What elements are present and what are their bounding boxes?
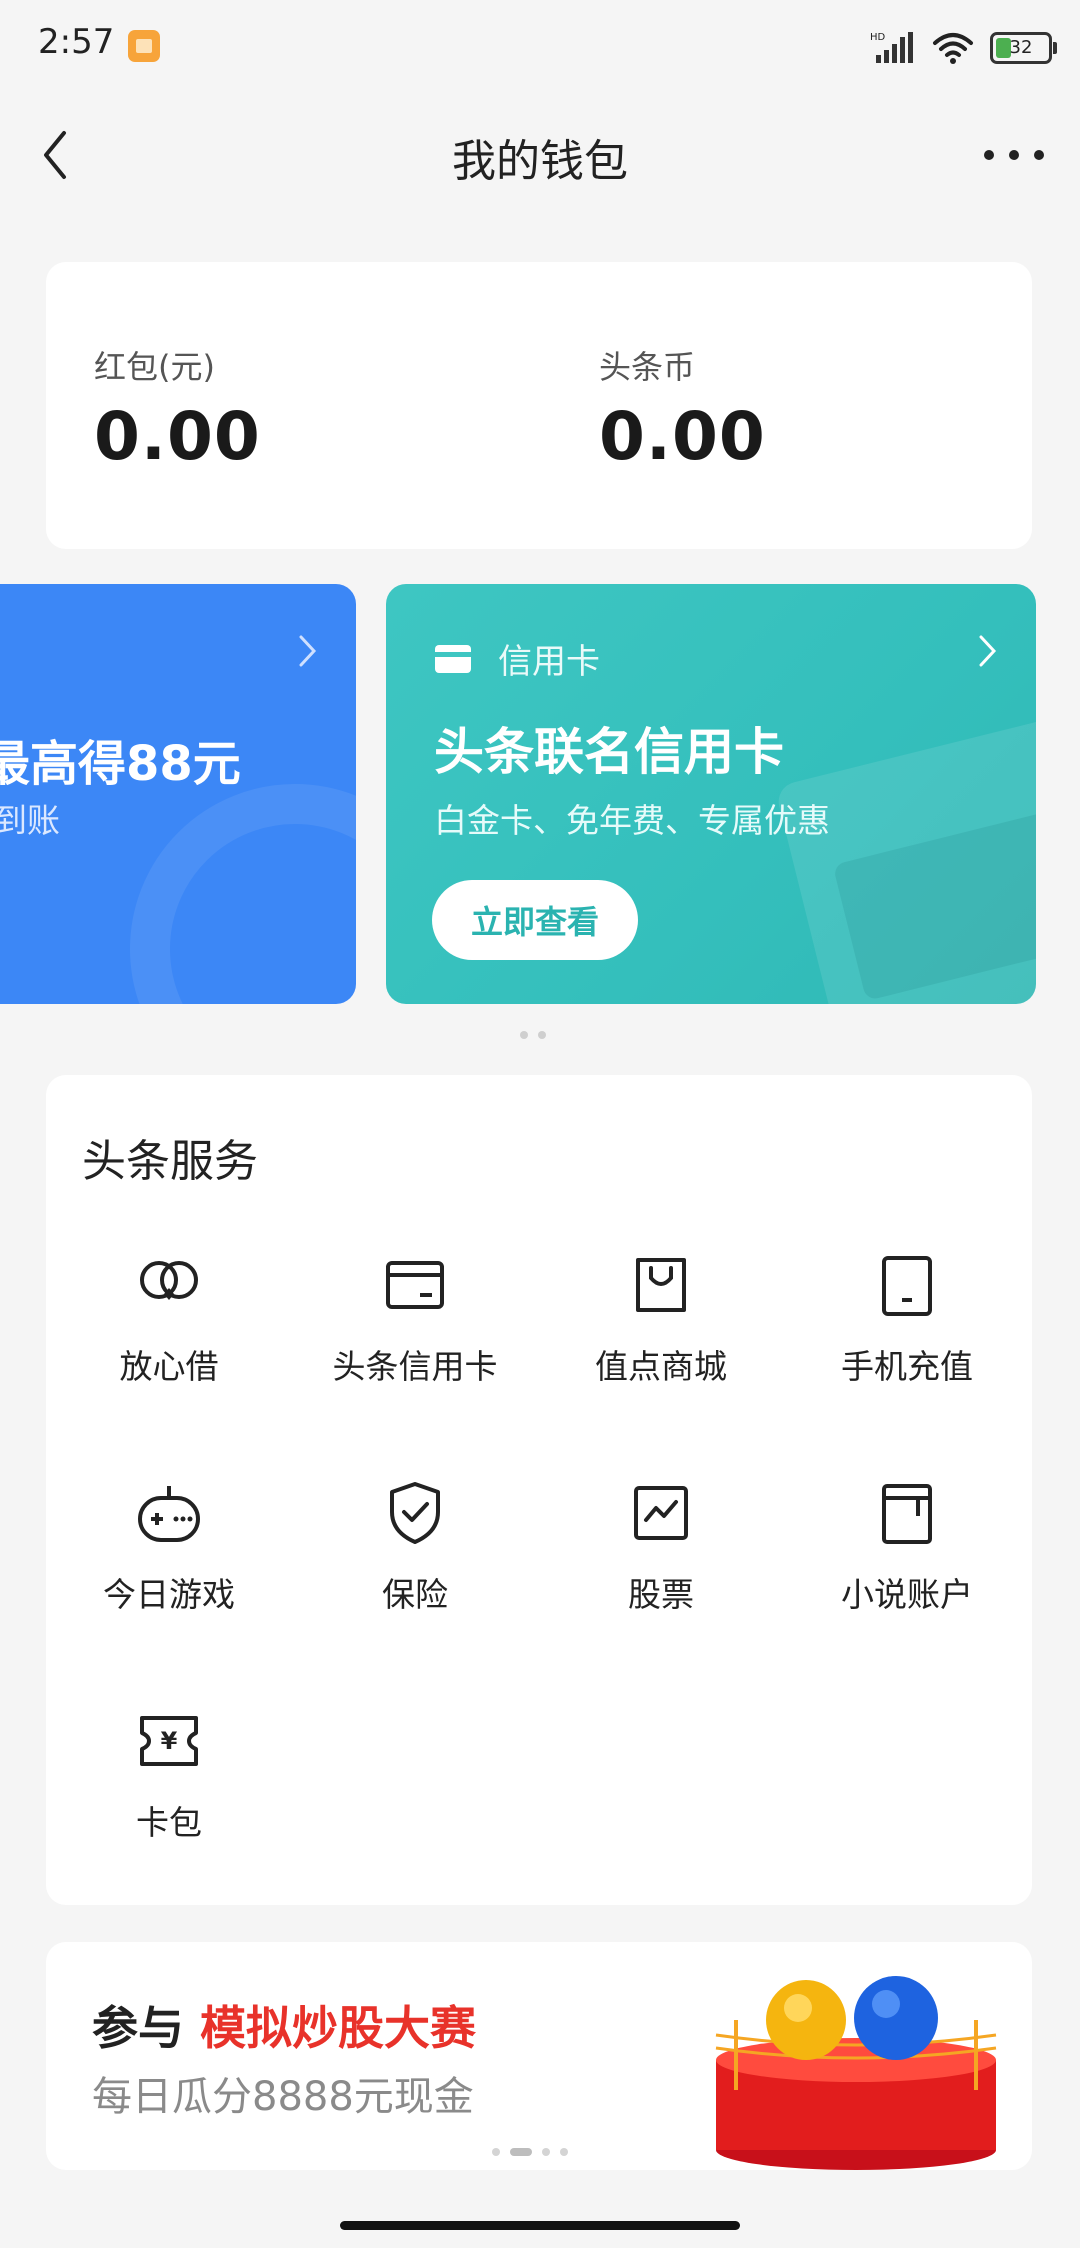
status-time: 2:57 xyxy=(38,22,115,62)
chevron-right-icon xyxy=(299,635,317,667)
promo-credit-header-label: 信用卡 xyxy=(498,642,600,682)
battery-icon: 32 xyxy=(990,32,1057,64)
cellular-signal-icon: HD xyxy=(870,32,913,63)
shopping-bag-icon xyxy=(636,1258,686,1312)
notification-app-icon xyxy=(128,30,160,62)
service-label: 手机充值 xyxy=(841,1347,973,1386)
banner-title: 参与 模拟炒股大赛 xyxy=(92,1992,476,2058)
credit-card-icon xyxy=(386,1261,444,1309)
back-arrow-icon[interactable] xyxy=(38,125,88,185)
more-options-icon[interactable] xyxy=(984,125,1044,185)
carousel-indicator xyxy=(520,1031,546,1039)
service-label: 今日游戏 xyxy=(103,1575,235,1614)
banner-title-prefix: 参与 xyxy=(92,2001,184,2055)
service-label: 头条信用卡 xyxy=(332,1347,498,1386)
status-icons: HD 32 xyxy=(870,28,1057,68)
banner-subtitle: 每日瓜分8888元现金 xyxy=(92,2074,474,2120)
hongbao-label: 红包(元) xyxy=(94,348,215,386)
phone-icon xyxy=(882,1256,932,1316)
nav-bar: 我的钱包 xyxy=(0,95,1080,215)
service-label: 保险 xyxy=(382,1575,448,1614)
service-phone-recharge[interactable]: 手机充值 xyxy=(784,1250,1030,1388)
decorative-circle xyxy=(130,784,356,1004)
shield-icon xyxy=(390,1482,440,1544)
service-label: 卡包 xyxy=(136,1803,202,1842)
promo-card-credit[interactable]: 信用卡 头条联名信用卡 白金卡、免年费、专属优惠 立即查看 xyxy=(386,584,1036,1004)
hongbao-balance[interactable]: 红包(元) 0.00 xyxy=(94,342,261,475)
promo-credit-title: 头条联名信用卡 xyxy=(434,723,784,781)
coins-label: 头条币 xyxy=(599,348,696,386)
promo-card-loan[interactable]: 最高得88元 到账 xyxy=(0,584,356,1004)
svg-text:¥: ¥ xyxy=(161,1727,178,1755)
service-novel-account[interactable]: 小说账户 xyxy=(784,1478,1030,1616)
svg-text:HD: HD xyxy=(870,32,886,43)
book-icon xyxy=(882,1484,932,1544)
credit-card-icon xyxy=(435,644,471,673)
promo-loan-title: 最高得88元 xyxy=(0,736,241,792)
coins-value: 0.00 xyxy=(599,398,766,475)
hongbao-value: 0.00 xyxy=(94,398,261,475)
coins-balance[interactable]: 头条币 0.00 xyxy=(599,342,766,475)
service-credit-card[interactable]: 头条信用卡 xyxy=(292,1250,538,1388)
services-panel: 头条服务 放心借 头条信用卡 值点商城 手机充值 今日游戏 保险 股票 小说账户… xyxy=(46,1075,1032,1905)
service-label: 小说账户 xyxy=(841,1575,973,1614)
chevron-right-icon xyxy=(979,635,997,667)
service-label: 放心借 xyxy=(119,1347,219,1386)
service-mall[interactable]: 值点商城 xyxy=(538,1250,784,1388)
service-loan[interactable]: 放心借 xyxy=(46,1250,292,1388)
promo-loan-subtitle: 到账 xyxy=(0,801,60,840)
service-card-wallet[interactable]: ¥ 卡包 xyxy=(46,1706,292,1844)
banner-carousel-indicator xyxy=(492,2148,568,2156)
coupon-icon: ¥ xyxy=(140,1716,198,1766)
promo-credit-subtitle: 白金卡、免年费、专属优惠 xyxy=(434,801,830,840)
banner-title-highlight: 模拟炒股大赛 xyxy=(200,2001,477,2055)
page-title: 我的钱包 xyxy=(452,136,628,187)
boxing-ring-illustration xyxy=(715,1976,997,2170)
service-stocks[interactable]: 股票 xyxy=(538,1478,784,1616)
wifi-icon xyxy=(933,33,973,64)
service-games[interactable]: 今日游戏 xyxy=(46,1478,292,1616)
service-label: 股票 xyxy=(628,1575,694,1614)
stock-contest-banner[interactable]: 参与 模拟炒股大赛 每日瓜分8888元现金 xyxy=(46,1942,1032,2170)
balance-card: 红包(元) 0.00 头条币 0.00 xyxy=(46,262,1032,549)
service-insurance[interactable]: 保险 xyxy=(292,1478,538,1616)
home-indicator[interactable] xyxy=(340,2221,740,2230)
gamepad-icon xyxy=(138,1486,200,1542)
promo-credit-header: 信用卡 xyxy=(434,634,600,683)
stock-chart-icon xyxy=(634,1486,688,1540)
battery-level: 32 xyxy=(1009,37,1033,58)
status-bar: 2:57 HD 32 xyxy=(0,0,1080,95)
services-title: 头条服务 xyxy=(82,1136,258,1187)
loan-icon xyxy=(140,1261,198,1300)
service-label: 值点商城 xyxy=(595,1347,727,1386)
view-now-button[interactable]: 立即查看 xyxy=(432,880,638,960)
